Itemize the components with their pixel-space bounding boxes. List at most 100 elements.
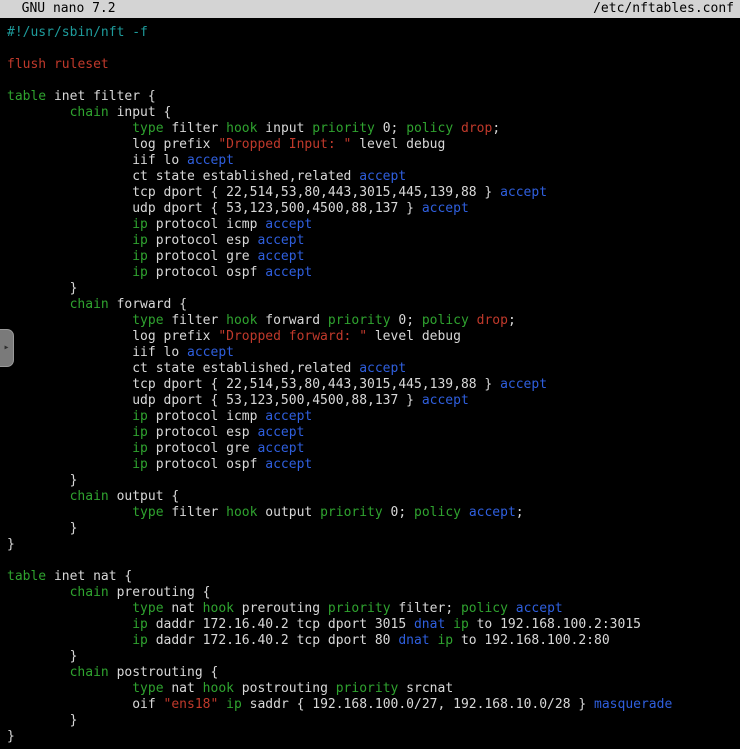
code-token: udp dport { 53,123,500,4500,88,137 } xyxy=(132,393,422,408)
code-token: srcnat xyxy=(398,681,453,696)
code-token: tcp dport { 22,514,53,80,443,3015,445,13… xyxy=(132,377,500,392)
code-token: policy xyxy=(461,601,508,616)
nano-version-label: GNU nano 7.2 xyxy=(6,0,116,18)
code-token: priority xyxy=(320,505,383,520)
code-token: log prefix xyxy=(132,329,218,344)
code-token: filter xyxy=(164,121,227,136)
code-token: postrouting { xyxy=(109,665,219,680)
code-token: policy xyxy=(422,313,469,328)
code-line: ip protocol gre accept xyxy=(7,441,740,457)
code-token: accept xyxy=(257,249,304,264)
code-token: protocol gre xyxy=(148,441,258,456)
code-token: daddr 172.16.40.2 tcp dport 80 xyxy=(148,633,398,648)
code-token: ip xyxy=(132,441,148,456)
code-token: chain xyxy=(70,585,109,600)
code-line: } xyxy=(7,729,740,745)
code-token: nat xyxy=(164,681,203,696)
code-token: oif xyxy=(132,697,163,712)
code-token: accept xyxy=(257,233,304,248)
code-token: output xyxy=(257,505,320,520)
code-line: flush ruleset xyxy=(7,57,740,73)
code-token: "Dropped forward: " xyxy=(218,329,367,344)
code-token: filter; xyxy=(391,601,461,616)
code-line: ip protocol gre accept xyxy=(7,249,740,265)
code-token: protocol esp xyxy=(148,425,258,440)
code-token: "Dropped Input: " xyxy=(218,137,351,152)
code-line: ip protocol icmp accept xyxy=(7,409,740,425)
code-token: ip xyxy=(132,617,148,632)
code-token: inet filter { xyxy=(46,89,156,104)
code-token xyxy=(218,697,226,712)
code-token: to 192.168.100.2:80 xyxy=(453,633,610,648)
code-token: priority xyxy=(336,681,399,696)
code-token: accept xyxy=(359,361,406,376)
code-token: accept xyxy=(265,217,312,232)
code-token: chain xyxy=(70,489,109,504)
code-line: } xyxy=(7,649,740,665)
code-token: ip xyxy=(132,409,148,424)
code-token xyxy=(445,617,453,632)
code-token: daddr 172.16.40.2 tcp dport 3015 xyxy=(148,617,414,632)
code-token xyxy=(508,601,516,616)
code-line: #!/usr/sbin/nft -f xyxy=(7,25,740,41)
code-token: ip xyxy=(132,217,148,232)
code-line: } xyxy=(7,281,740,297)
code-token xyxy=(469,313,477,328)
code-token: } xyxy=(70,521,78,536)
code-line: chain postrouting { xyxy=(7,665,740,681)
code-token: table xyxy=(7,89,46,104)
code-token: udp dport { 53,123,500,4500,88,137 } xyxy=(132,201,422,216)
code-token: flush ruleset xyxy=(7,57,109,72)
code-line: ip protocol icmp accept xyxy=(7,217,740,233)
code-token: ip xyxy=(132,633,148,648)
code-token: ip xyxy=(132,457,148,472)
code-token: table xyxy=(7,569,46,584)
code-line: } xyxy=(7,537,740,553)
code-line xyxy=(7,73,740,89)
side-panel-toggle[interactable]: ▸ xyxy=(0,329,14,367)
code-line: chain forward { xyxy=(7,297,740,313)
code-token: } xyxy=(7,537,15,552)
code-token: prerouting { xyxy=(109,585,211,600)
code-token: filter xyxy=(164,505,227,520)
code-line: tcp dport { 22,514,53,80,443,3015,445,13… xyxy=(7,377,740,393)
code-line: ip protocol ospf accept xyxy=(7,265,740,281)
code-token: drop xyxy=(477,313,508,328)
code-token: type xyxy=(132,601,163,616)
code-token: accept xyxy=(257,441,304,456)
code-token: policy xyxy=(406,121,453,136)
code-token: accept xyxy=(469,505,516,520)
code-line: table inet nat { xyxy=(7,569,740,585)
nano-titlebar: GNU nano 7.2 /etc/nftables.conf xyxy=(0,0,740,18)
code-token: protocol esp xyxy=(148,233,258,248)
code-line: type filter hook forward priority 0; pol… xyxy=(7,313,740,329)
code-token: ct state established,related xyxy=(132,361,359,376)
code-token: 0; xyxy=(391,313,422,328)
code-token: type xyxy=(132,681,163,696)
code-token: chain xyxy=(70,297,109,312)
code-line: log prefix "Dropped Input: " level debug xyxy=(7,137,740,153)
code-line: } xyxy=(7,521,740,537)
code-token: ip xyxy=(132,249,148,264)
code-token: } xyxy=(70,649,78,664)
editor[interactable]: #!/usr/sbin/nft -f flush ruleset table ine… xyxy=(0,18,740,745)
code-token: #!/usr/sbin/nft -f xyxy=(7,25,148,40)
code-token: input xyxy=(257,121,312,136)
code-token: ; xyxy=(508,313,516,328)
code-line: ip daddr 172.16.40.2 tcp dport 3015 dnat… xyxy=(7,617,740,633)
code-token: ip xyxy=(132,233,148,248)
code-token: type xyxy=(132,505,163,520)
code-line: type nat hook postrouting priority srcna… xyxy=(7,681,740,697)
code-line: table inet filter { xyxy=(7,89,740,105)
code-line: chain prerouting { xyxy=(7,585,740,601)
code-line: ip protocol esp accept xyxy=(7,233,740,249)
code-line: ct state established,related accept xyxy=(7,361,740,377)
code-line: log prefix "Dropped forward: " level deb… xyxy=(7,329,740,345)
code-token: accept xyxy=(422,201,469,216)
code-line: tcp dport { 22,514,53,80,443,3015,445,13… xyxy=(7,185,740,201)
code-token: ct state established,related xyxy=(132,169,359,184)
code-token: iif lo xyxy=(132,345,187,360)
code-line: } xyxy=(7,713,740,729)
code-token: forward { xyxy=(109,297,187,312)
code-token: ip xyxy=(437,633,453,648)
